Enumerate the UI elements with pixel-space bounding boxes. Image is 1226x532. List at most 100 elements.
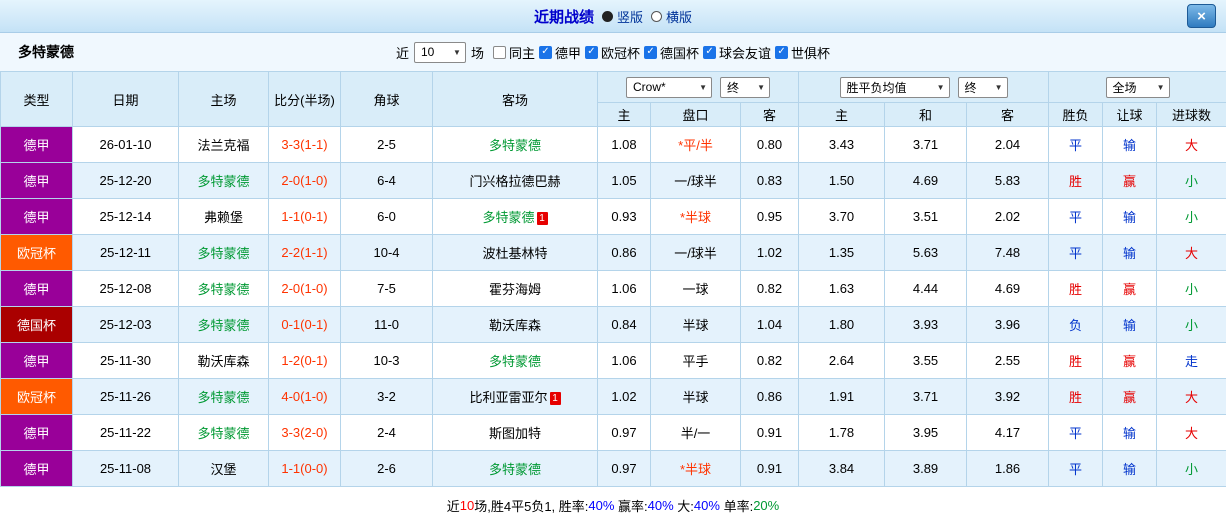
red-card-badge: 1	[549, 392, 561, 406]
subheader-euro-home: 主	[798, 102, 886, 127]
table-row: 德甲 25-11-08 汉堡 1-1(0-0) 2-6 多特蒙德 0.97 *半球 0.91 3.…	[0, 450, 1226, 487]
away-team[interactable]: 斯图加特	[432, 414, 598, 451]
asian-odds-away: 0.80	[739, 126, 800, 163]
results-body: 德甲 26-01-10 法兰克福 3-3(1-1) 2-5 多特蒙德 1.08 *平/半 0.8…	[0, 126, 1226, 487]
euro-odds-draw: 3.51	[884, 198, 968, 235]
euro-odds-select[interactable]: 胜平负均值 ▼	[839, 76, 950, 98]
match-date: 25-12-11	[72, 234, 179, 271]
chevron-down-icon: ▼	[994, 82, 1003, 92]
away-team[interactable]: 多特蒙德	[432, 450, 598, 487]
euro-state-select[interactable]: 终 ▼	[957, 76, 1008, 98]
matches-label: 场	[470, 45, 484, 61]
away-team[interactable]: 多特蒙德	[432, 342, 598, 379]
league-badge: 德甲	[0, 198, 73, 235]
euro-odds-draw: 3.71	[884, 378, 968, 415]
match-score: 1-1(0-1)	[268, 198, 341, 235]
result-goals: 小	[1156, 270, 1226, 307]
home-team[interactable]: 勒沃库森	[178, 342, 269, 379]
radio-label: 竖版	[616, 9, 643, 25]
table-row: 德甲 25-12-20 多特蒙德 2-0(1-0) 6-4 门兴格拉德巴赫 1.05 一/球半…	[0, 162, 1226, 199]
match-date: 25-11-22	[72, 414, 179, 451]
filter-checkbox-球会友谊[interactable]: ✓ 球会友谊	[703, 43, 771, 62]
chevron-down-icon: ▼	[936, 82, 945, 92]
summary-segment: 20%	[753, 498, 780, 513]
select-value: 终	[727, 80, 740, 95]
filter-checkbox-德甲[interactable]: ✓ 德甲	[538, 43, 581, 62]
home-team[interactable]: 多特蒙德	[178, 270, 269, 307]
asian-odds-home: 1.02	[597, 378, 651, 415]
euro-odds-away: 4.69	[966, 270, 1050, 307]
match-date: 25-12-08	[72, 270, 179, 307]
subheader-handicap-result: 让球	[1102, 102, 1158, 127]
match-date: 25-12-03	[72, 306, 179, 343]
result-outcome: 平	[1048, 126, 1104, 163]
away-team[interactable]: 比利亚雷亚尔 1	[432, 378, 598, 415]
asian-odds-away: 1.04	[739, 306, 800, 343]
result-outcome: 平	[1048, 198, 1104, 235]
filter-checkbox-欧冠杯[interactable]: ✓ 欧冠杯	[585, 43, 640, 62]
corner-score: 2-5	[340, 126, 433, 163]
home-team[interactable]: 多特蒙德	[178, 162, 269, 199]
corner-score: 10-4	[340, 234, 433, 271]
result-handicap: 赢	[1102, 270, 1158, 307]
near-label: 近	[395, 45, 409, 61]
away-team[interactable]: 霍芬海姆	[432, 270, 598, 307]
match-date: 26-01-10	[72, 126, 179, 163]
euro-odds-draw: 4.44	[884, 270, 968, 307]
home-team[interactable]: 汉堡	[178, 450, 269, 487]
recent-results-window: 近期战绩 竖版 横版 × 多特蒙德 近 10 ▼ 场 同主 ✓ 德甲 ✓ 欧冠杯 ✓ 德国杯 ✓…	[0, 0, 1226, 532]
home-team[interactable]: 多特蒙德	[178, 234, 269, 271]
euro-odds-home: 1.78	[798, 414, 886, 451]
home-team[interactable]: 法兰克福	[178, 126, 269, 163]
result-outcome: 胜	[1048, 162, 1104, 199]
col-header-score: 比分(半场)	[268, 71, 341, 127]
euro-odds-home: 2.64	[798, 342, 886, 379]
table-row: 欧冠杯 25-11-26 多特蒙德 4-0(1-0) 3-2 比利亚雷亚尔 1 1.02 半球 0…	[0, 378, 1226, 415]
asian-odds-home: 0.84	[597, 306, 651, 343]
table-row: 德甲 25-11-22 多特蒙德 3-3(2-0) 2-4 斯图加特 0.97 半/一 0.91…	[0, 414, 1226, 451]
result-goals: 小	[1156, 198, 1226, 235]
chevron-down-icon: ▼	[453, 47, 461, 57]
asian-odds-home: 1.06	[597, 270, 651, 307]
bookmaker-select[interactable]: Crow* ▼	[626, 76, 712, 98]
select-value: 胜平负均值	[846, 80, 907, 95]
summary-segment: 40%	[647, 498, 674, 513]
away-team[interactable]: 勒沃库森	[432, 306, 598, 343]
asian-odds-home: 1.05	[597, 162, 651, 199]
matches-count-select[interactable]: 10 ▼	[413, 41, 466, 63]
team-name: 多特蒙德	[18, 44, 74, 60]
home-team[interactable]: 多特蒙德	[178, 414, 269, 451]
bookmaker-state-select[interactable]: 终 ▼	[720, 76, 770, 98]
asian-handicap: 平手	[650, 342, 741, 379]
home-team[interactable]: 弗赖堡	[178, 198, 269, 235]
table-row: 德国杯 25-12-03 多特蒙德 0-1(0-1) 11-0 勒沃库森 0.84 半球 1.0…	[0, 306, 1226, 343]
away-team[interactable]: 波杜基林特	[432, 234, 598, 271]
away-team[interactable]: 多特蒙德 1	[432, 198, 598, 235]
asian-handicap: 一/球半	[650, 234, 741, 271]
filter-checkbox-世俱杯[interactable]: ✓ 世俱杯	[775, 43, 830, 62]
summary-segment: 场,胜4平5负1, 胜率:	[474, 499, 589, 514]
home-team[interactable]: 多特蒙德	[178, 306, 269, 343]
corner-score: 2-6	[340, 450, 433, 487]
match-score: 2-0(1-0)	[268, 162, 341, 199]
filter-checkbox-同主[interactable]: 同主	[492, 43, 535, 62]
layout-radio-竖版[interactable]: 竖版	[601, 7, 643, 26]
league-badge: 德甲	[0, 126, 73, 163]
result-goals: 走	[1156, 342, 1226, 379]
checkbox-label: 同主	[508, 45, 535, 61]
euro-odds-home: 1.63	[798, 270, 886, 307]
match-score: 2-2(1-1)	[268, 234, 341, 271]
league-badge: 德甲	[0, 270, 73, 307]
home-team[interactable]: 多特蒙德	[178, 378, 269, 415]
result-header: 全场 ▼	[1048, 71, 1226, 103]
filter-checkbox-德国杯[interactable]: ✓ 德国杯	[644, 43, 699, 62]
euro-odds-away: 5.83	[966, 162, 1050, 199]
away-team[interactable]: 多特蒙德	[432, 126, 598, 163]
col-header-home: 主场	[178, 71, 269, 127]
euro-odds-away: 2.02	[966, 198, 1050, 235]
scope-select[interactable]: 全场 ▼	[1105, 76, 1170, 98]
layout-radio-横版[interactable]: 横版	[651, 7, 692, 26]
away-team[interactable]: 门兴格拉德巴赫	[432, 162, 598, 199]
radio-selected-icon	[601, 10, 613, 22]
close-button[interactable]: ×	[1187, 4, 1216, 28]
